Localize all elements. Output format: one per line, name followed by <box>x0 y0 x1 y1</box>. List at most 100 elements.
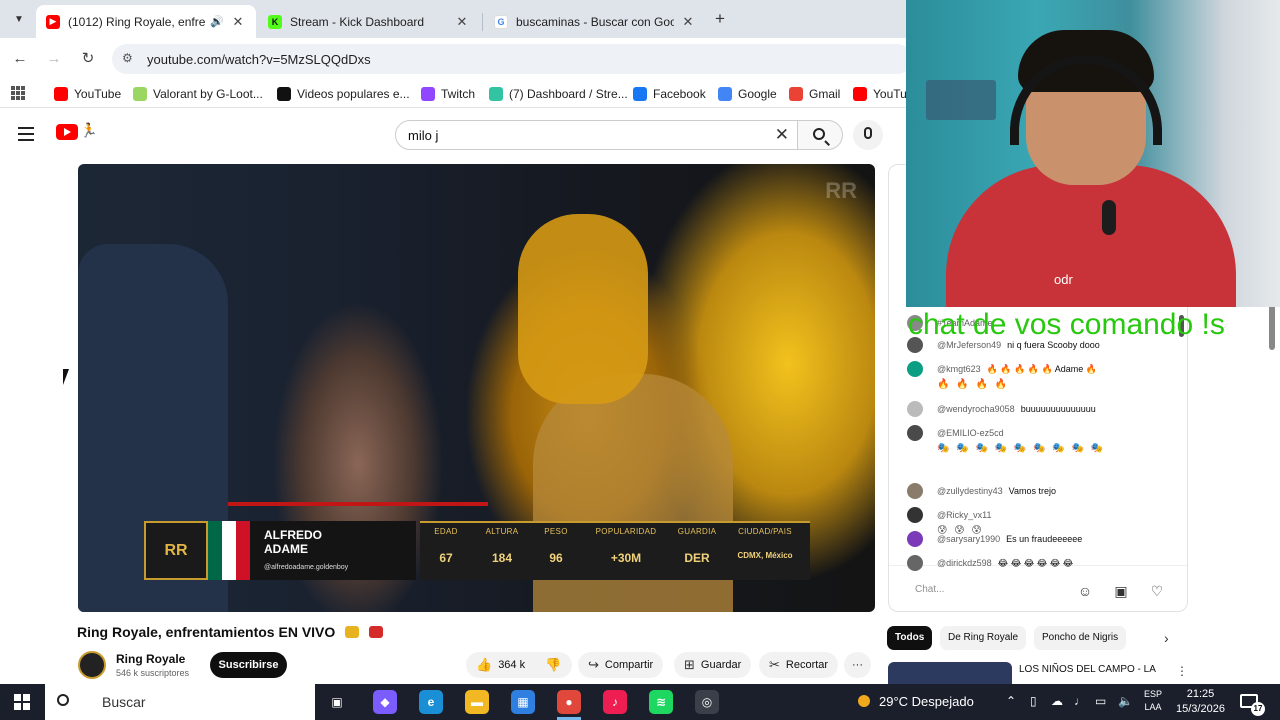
bookmark-youtube[interactable]: YouTube <box>54 85 121 103</box>
obs-icon[interactable]: ◎ <box>695 690 719 714</box>
search-input[interactable]: milo j ✕ <box>395 120 798 150</box>
chat-avatar[interactable] <box>907 425 923 441</box>
copilot-icon[interactable]: ◆ <box>373 690 397 714</box>
chat-avatar[interactable] <box>907 555 923 571</box>
chat-avatar[interactable] <box>907 531 923 547</box>
close-tab-icon[interactable]: ✕ <box>454 14 470 30</box>
chat-author[interactable]: @Ricky_vx11 <box>937 508 997 522</box>
ring-rope <box>228 502 488 506</box>
youtube-logo-icon[interactable] <box>56 124 78 140</box>
chat-avatar[interactable] <box>907 401 923 417</box>
bookmark-7-dashboard-stre[interactable]: (7) Dashboard / Stre... <box>489 85 628 103</box>
chat-author[interactable]: @dirickdz598 😂 😂 😂 😂 😂 😂 <box>937 556 1073 570</box>
chrome-icon[interactable]: ● <box>557 690 581 714</box>
ring-royale-logo: RR <box>144 521 208 580</box>
chat-avatar[interactable] <box>907 483 923 499</box>
file-explorer-icon[interactable]: ▬ <box>465 690 489 714</box>
chip-all[interactable]: Todos <box>887 626 933 650</box>
spotify-icon[interactable]: ≋ <box>649 690 673 714</box>
more-actions-button[interactable]: ··· <box>844 652 871 678</box>
windows-start-icon[interactable] <box>14 694 30 710</box>
save-button[interactable]: ⊞ Guardar <box>674 652 752 678</box>
forward-button[interactable]: → <box>44 49 64 69</box>
search-icon <box>813 128 825 140</box>
close-tab-icon[interactable]: ✕ <box>230 14 246 30</box>
tab-google[interactable]: G buscaminas - Buscar con Google ✕ <box>484 5 706 38</box>
language-indicator[interactable]: ESP LAA <box>1144 688 1162 714</box>
recommended-video-thumbnail[interactable] <box>888 662 1012 684</box>
edge-icon[interactable]: e <box>419 690 443 714</box>
voice-search-button[interactable] <box>853 120 883 150</box>
site-info-icon[interactable]: ⚙ <box>122 51 133 65</box>
clock[interactable]: 21:25 15/3/2026 <box>1176 687 1225 717</box>
bookmark-valorant-by-g-loot[interactable]: Valorant by G-Loot... <box>133 85 263 103</box>
chat-author[interactable]: @kmgt623 🔥 🔥 🔥 🔥 🔥 Adame 🔥 <box>937 362 1097 376</box>
store-icon[interactable]: ▦ <box>511 690 535 714</box>
tab-separator <box>482 13 483 31</box>
menu-icon[interactable] <box>18 127 34 141</box>
scissors-icon: ✂ <box>769 657 780 672</box>
tray-app-icon[interactable]: ▯ <box>1030 694 1037 708</box>
doodle-icon[interactable]: 🏃 <box>80 122 97 139</box>
channel-name[interactable]: Ring Royale <box>116 652 185 666</box>
clear-search-icon[interactable]: ✕ <box>775 125 789 145</box>
taskbar-search[interactable]: Buscar <box>45 684 315 720</box>
thumbs-down-icon[interactable]: 👎 <box>545 657 561 673</box>
weather-widget[interactable]: 29°C Despejado <box>858 694 974 709</box>
chip-topic[interactable]: Poncho de Nigris <box>1034 626 1127 650</box>
crown-icon <box>345 626 360 638</box>
chat-avatar[interactable] <box>907 507 923 523</box>
bookmark-gmail[interactable]: Gmail <box>789 85 840 103</box>
volume-icon[interactable]: 🔈 <box>1118 694 1133 708</box>
like-count[interactable]: 364 k <box>498 659 525 671</box>
chat-author[interactable]: @wendyrocha9058 buuuuuuuuuuuuuu <box>937 402 1096 416</box>
emoji-icon[interactable]: ☺ <box>1077 583 1093 599</box>
bookmark-twitch[interactable]: Twitch <box>421 85 475 103</box>
tab-kick[interactable]: K Stream - Kick Dashboard ✕ <box>258 5 480 38</box>
microphone-icon <box>1102 200 1116 235</box>
tab-search-icon[interactable]: ▼ <box>8 8 30 30</box>
close-tab-icon[interactable]: ✕ <box>680 14 696 30</box>
chevron-up-icon[interactable]: ⌃ <box>1006 694 1016 708</box>
subscribe-button[interactable]: Suscribirse <box>210 652 287 678</box>
apps-grid-icon[interactable] <box>11 86 25 100</box>
reload-button[interactable]: ↻ <box>78 49 98 69</box>
moon-icon <box>858 695 870 707</box>
tiktok-icon[interactable]: ♪ <box>603 690 627 714</box>
chevron-right-icon[interactable]: › <box>1164 630 1169 646</box>
search-button[interactable] <box>798 120 843 150</box>
more-vert-icon[interactable]: ⋮ <box>1176 664 1188 678</box>
network-icon[interactable]: ▭ <box>1095 694 1106 708</box>
tab-youtube[interactable]: ▶ (1012) Ring Royale, enfrentamientos 🔊 … <box>36 5 256 38</box>
video-player[interactable]: RR RR ALFREDO ADAME @alfredoadame.golden… <box>78 164 875 612</box>
new-tab-button[interactable]: + <box>710 9 730 29</box>
stat-weight: PESO 96 <box>544 527 568 565</box>
chat-input[interactable]: Chat... <box>915 584 944 595</box>
chat-input-area: Chat... ☺ ▣ ♡ <box>889 565 1187 611</box>
microphone-icon[interactable]: ♩ <box>1074 694 1086 708</box>
url-text[interactable]: youtube.com/watch?v=5MzSLQQdDxs <box>147 52 371 67</box>
bookmark-google[interactable]: Google <box>718 85 777 103</box>
share-button[interactable]: ↪ Compartir <box>578 652 664 678</box>
bookmark-youtu[interactable]: YouTu <box>853 85 907 103</box>
channel-avatar[interactable] <box>78 651 106 679</box>
chip-channel[interactable]: De Ring Royale <box>940 626 1027 650</box>
recommended-video-title[interactable]: LOS NIÑOS DEL CAMPO - LA <box>1019 664 1156 675</box>
thumbs-up-icon[interactable]: 👍 <box>476 657 492 673</box>
chat-avatar[interactable] <box>907 361 923 377</box>
super-chat-icon[interactable]: ▣ <box>1113 583 1129 599</box>
chat-author[interactable]: @sarysary1990 Es un fraudeeeeee <box>937 532 1082 546</box>
cloud-icon[interactable]: ☁ <box>1051 694 1063 708</box>
bookmark-facebook[interactable]: Facebook <box>633 85 706 103</box>
back-button[interactable]: ← <box>10 49 30 69</box>
chat-author[interactable]: @zullydestiny43 Vamos trejo <box>937 484 1056 498</box>
webcam-overlay: odr <box>906 0 1280 307</box>
subscriber-count: 546 k suscriptores <box>116 668 190 678</box>
clip-button[interactable]: ✂ Recortar <box>759 652 839 678</box>
chat-author[interactable]: @EMILIO-ez5cd <box>937 426 1010 440</box>
task-view-icon[interactable]: ▣ <box>325 690 349 714</box>
address-bar[interactable]: ⚙ youtube.com/watch?v=5MzSLQQdDxs <box>112 44 912 74</box>
bookmark-videos-populares-e[interactable]: Videos populares e... <box>277 85 410 103</box>
heart-icon[interactable]: ♡ <box>1149 583 1165 599</box>
speaker-icon[interactable]: 🔊 <box>210 15 224 28</box>
